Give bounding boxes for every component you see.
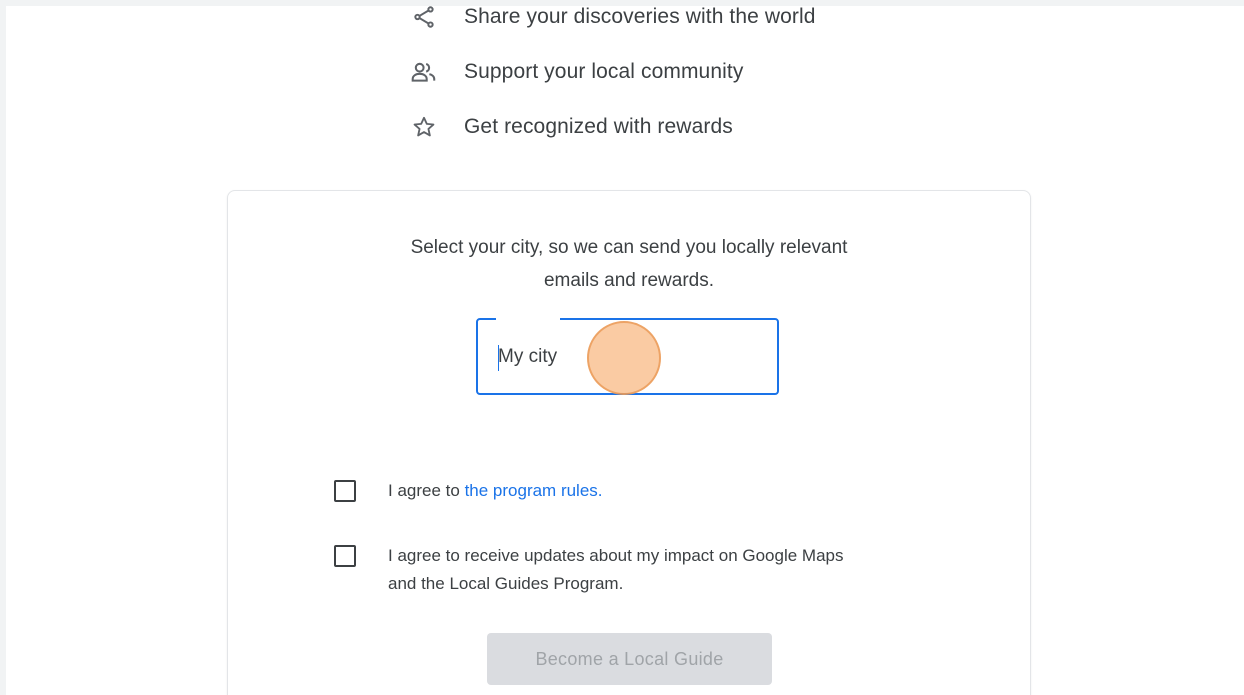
star-icon — [410, 113, 438, 141]
program-rules-link[interactable]: the program rules. — [465, 481, 603, 500]
updates-consent-label: I agree to receive updates about my impa… — [388, 542, 843, 598]
city-field[interactable] — [476, 318, 779, 395]
signup-card: Select your city, so we can send you loc… — [227, 190, 1031, 695]
community-icon — [410, 58, 438, 86]
updates-consent-row: I agree to receive updates about my impa… — [334, 542, 843, 598]
text-cursor — [498, 345, 499, 371]
city-intro-text: Select your city, so we can send you loc… — [228, 231, 1030, 297]
program-rules-label: I agree to the program rules. — [388, 477, 603, 505]
rules-prefix: I agree to — [388, 481, 465, 500]
program-rules-row: I agree to the program rules. — [334, 477, 603, 505]
page: Share your discoveries with the world Su… — [6, 6, 1244, 695]
updates-consent-checkbox[interactable] — [334, 545, 356, 567]
intro-line: emails and rewards. — [543, 270, 715, 291]
benefit-text: Get recognized with rewards — [464, 115, 733, 138]
benefit-item-community: Support your local community — [410, 57, 743, 87]
benefit-text: Support your local community — [464, 60, 744, 83]
updates-line: and the Local Guides Program. — [388, 574, 624, 593]
program-rules-checkbox[interactable] — [334, 480, 356, 502]
become-local-guide-button[interactable]: Become a Local Guide — [487, 633, 772, 685]
benefit-item-share: Share your discoveries with the world — [410, 6, 816, 32]
updates-line: I agree to receive updates about my impa… — [388, 546, 844, 565]
share-icon — [410, 6, 438, 31]
intro-line: Select your city, so we can send you loc… — [410, 237, 848, 258]
city-input[interactable] — [498, 342, 758, 372]
benefit-text: Share your discoveries with the world — [464, 6, 816, 28]
label-notch — [496, 318, 560, 321]
benefit-item-rewards: Get recognized with rewards — [410, 112, 733, 142]
